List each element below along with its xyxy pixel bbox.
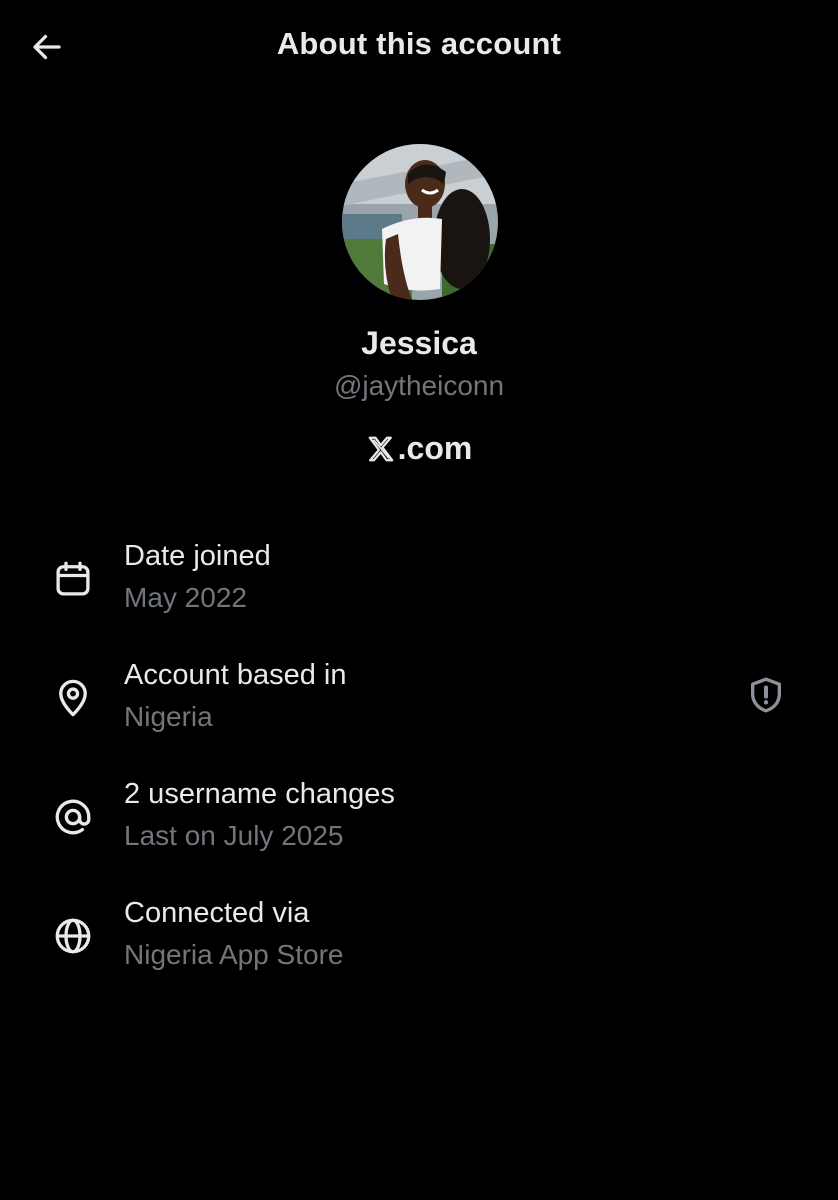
x-logo-icon — [368, 436, 394, 461]
calendar-icon — [46, 552, 100, 606]
info-title: Connected via — [124, 897, 310, 929]
info-value: Nigeria App Store — [124, 939, 344, 970]
info-value: May 2022 — [124, 582, 247, 613]
info-row-account-based-in: Account based in Nigeria — [0, 659, 838, 769]
username-handle: @jaytheiconn — [333, 370, 505, 401]
info-value: Last on July 2025 — [124, 820, 344, 851]
display-name: Jessica — [361, 325, 477, 361]
at-sign-icon — [46, 790, 100, 844]
info-row-connected-via: Connected via Nigeria App Store — [0, 897, 838, 1007]
platform-domain: .com — [397, 430, 473, 466]
info-title: Date joined — [124, 540, 271, 572]
top-bar: About this account — [0, 0, 838, 96]
platform-link: .com — [0, 430, 838, 467]
info-value: Nigeria — [124, 701, 213, 732]
info-title: 2 username changes — [124, 778, 395, 810]
avatar[interactable] — [342, 144, 498, 300]
globe-icon — [46, 909, 100, 963]
avatar-image — [342, 144, 498, 300]
page-title: About this account — [276, 26, 562, 61]
location-pin-icon — [46, 671, 100, 725]
info-title: Account based in — [124, 659, 347, 691]
info-row-username-changes: 2 username changes Last on July 2025 — [0, 778, 838, 888]
shield-exclamation-icon[interactable] — [742, 671, 790, 719]
info-row-date-joined: Date joined May 2022 — [0, 540, 838, 650]
